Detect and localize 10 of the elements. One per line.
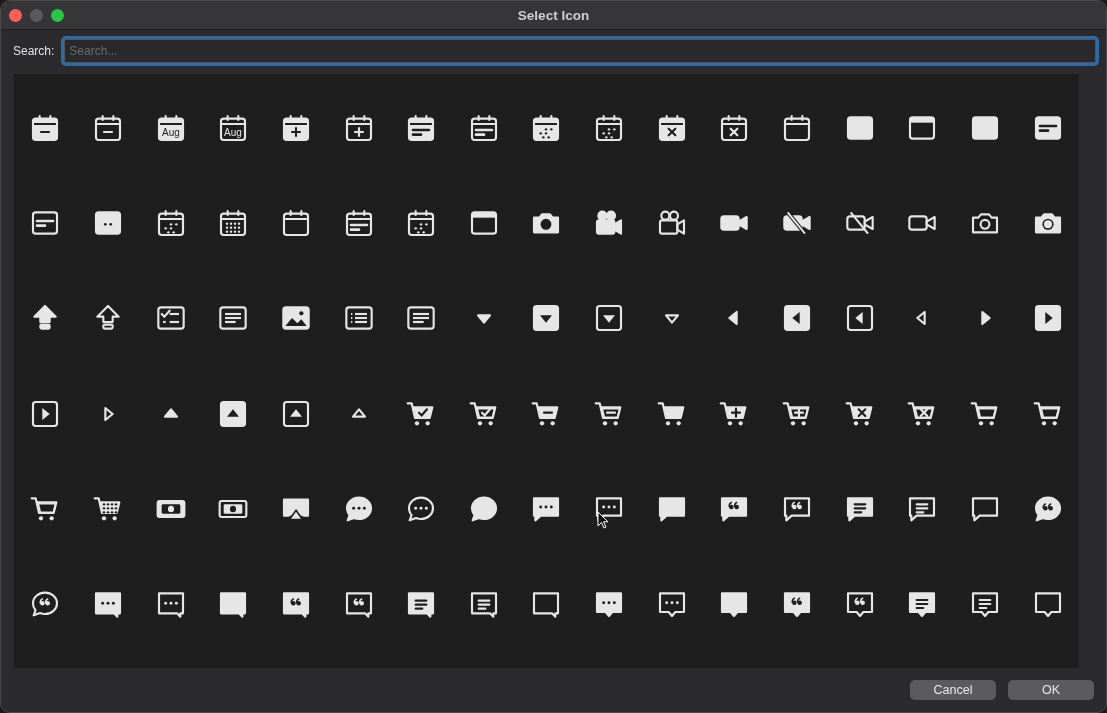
month-label: Aug [161, 126, 180, 138]
search-field[interactable]: Search... [64, 39, 1096, 63]
month-label: Aug [224, 126, 243, 138]
search-label: Search: [13, 44, 55, 58]
dialog-button[interactable]: OK [1008, 680, 1094, 700]
window-title: Select Icon [517, 7, 590, 23]
mouse-pointer-icon [597, 511, 609, 529]
zoom-button[interactable] [51, 8, 64, 22]
close-button[interactable] [9, 8, 22, 22]
dialog-button[interactable]: Cancel [910, 680, 996, 700]
